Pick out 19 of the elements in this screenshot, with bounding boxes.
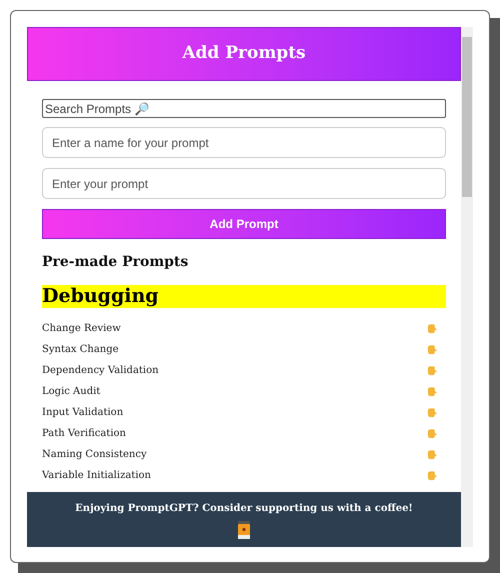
prompt-item[interactable]: Dependency Validation bbox=[42, 363, 159, 378]
section-title: Pre-made Prompts bbox=[42, 253, 190, 272]
search-field[interactable]: Search Prompts 🔎 bbox=[42, 99, 446, 118]
coffee-cup-icon[interactable] bbox=[237, 520, 251, 538]
add-prompt-button[interactable]: Add Prompt bbox=[42, 209, 446, 239]
footer-text: Enjoying PromptGPT? Consider supporting us with a coffee! bbox=[75, 502, 413, 516]
header-title: Add Prompts bbox=[182, 42, 306, 66]
prompt-field[interactable]: Enter your prompt bbox=[42, 168, 446, 199]
prompt-item[interactable]: Logic Audit bbox=[42, 384, 100, 399]
name-field[interactable]: Enter a name for your prompt bbox=[42, 127, 446, 158]
prompt-item[interactable]: Syntax Change bbox=[42, 342, 119, 357]
prompt-item[interactable]: Variable Initialization bbox=[42, 468, 151, 483]
prompt-item[interactable]: Change Review bbox=[42, 321, 121, 336]
scrollbar-thumb[interactable] bbox=[462, 37, 472, 197]
scrollbar[interactable] bbox=[461, 27, 473, 547]
prompt-item[interactable]: Path Verification bbox=[42, 426, 126, 441]
prompt-item[interactable]: Input Validation bbox=[42, 405, 124, 420]
prompt-item[interactable]: Naming Consistency bbox=[42, 447, 147, 462]
category-title: Debugging bbox=[42, 287, 159, 306]
